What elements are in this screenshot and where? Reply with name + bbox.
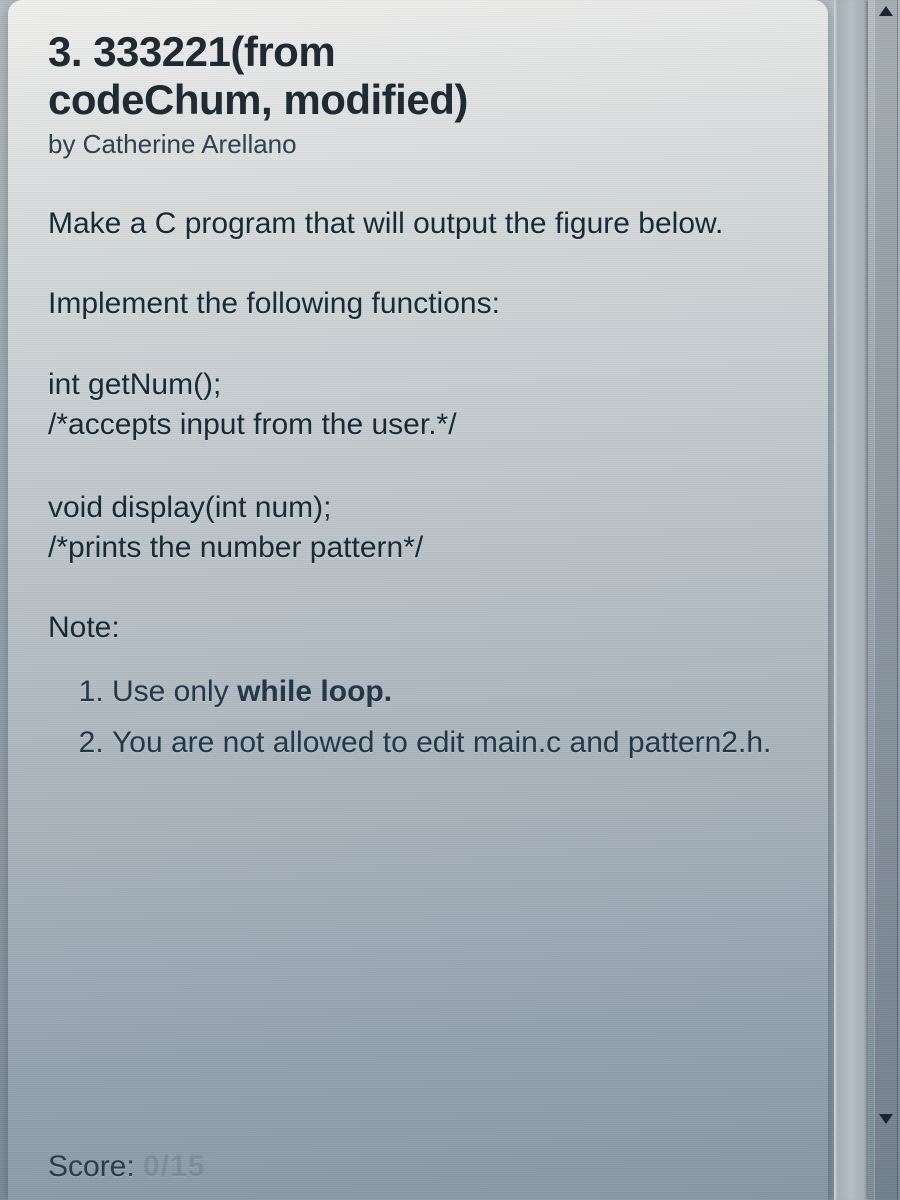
score-value: 0/15	[143, 1150, 205, 1183]
function-2-signature: void display(int num);	[48, 488, 798, 529]
panel-scrollbar[interactable]	[834, 0, 868, 1200]
function-1-block: int getNum(); /*accepts input from the u…	[48, 365, 798, 446]
problem-card: 3. 333221(from codeChum, modified) by Ca…	[8, 0, 828, 1200]
problem-title: 3. 333221(from codeChum, modified)	[48, 28, 798, 125]
function-1-comment: /*accepts input from the user.*/	[48, 405, 798, 446]
score-row: Score: 0/15	[48, 1150, 205, 1184]
function-1-signature: int getNum();	[48, 365, 798, 406]
note-1-pre: Use only	[112, 675, 237, 708]
problem-byline: by Catherine Arellano	[48, 129, 798, 160]
function-2-block: void display(int num); /*prints the numb…	[48, 488, 798, 569]
problem-intro: Make a C program that will output the fi…	[48, 204, 798, 245]
scroll-up-icon[interactable]	[879, 6, 893, 16]
note-label: Note:	[48, 611, 798, 645]
title-line-2: codeChum, modified)	[48, 76, 468, 123]
note-list: Use only while loop. You are not allowed…	[112, 669, 798, 765]
scroll-down-icon[interactable]	[879, 1114, 893, 1124]
score-label: Score:	[48, 1150, 143, 1183]
title-line-1: 3. 333221(from	[48, 28, 335, 75]
note-item-1: Use only while loop.	[112, 669, 798, 714]
screenshot-viewport: 3. 333221(from codeChum, modified) by Ca…	[0, 0, 900, 1200]
window-scrollbar-track[interactable]	[874, 0, 898, 1200]
note-item-2: You are not allowed to edit main.c and p…	[112, 720, 798, 765]
note-1-bold: while loop.	[237, 675, 392, 708]
function-2-comment: /*prints the number pattern*/	[48, 528, 798, 569]
implement-heading: Implement the following functions:	[48, 284, 798, 325]
